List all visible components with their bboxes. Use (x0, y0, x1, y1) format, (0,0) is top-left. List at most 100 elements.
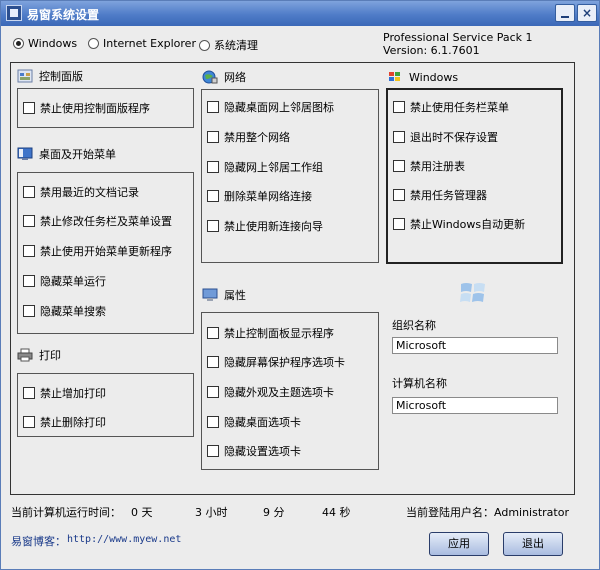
checkbox-disable-recent-docs[interactable]: 禁用最近的文档记录 (23, 184, 139, 200)
system-edition: Professional Service Pack 1 (383, 31, 533, 44)
control-panel-title: 控制面版 (39, 70, 83, 83)
checkbox-disable-auto-update[interactable]: 禁止Windows自动更新 (393, 216, 525, 232)
checkbox-label: 隐藏菜单运行 (40, 275, 106, 288)
checkbox-disable-delete-printer[interactable]: 禁止删除打印 (23, 414, 106, 430)
org-label: 组织名称 (392, 319, 436, 332)
checkbox-label: 隐藏屏幕保护程序选项卡 (224, 356, 345, 369)
printer-icon (17, 348, 33, 362)
tab-system-clean[interactable]: 系统清理 (199, 37, 258, 53)
checkbox-disable-start-menu-update[interactable]: 禁止使用开始菜单更新程序 (23, 243, 172, 259)
checkbox-icon (23, 416, 35, 428)
uptime-seconds: 44 秒 (322, 506, 351, 519)
checkbox-icon (23, 275, 35, 287)
desktop-start-title: 桌面及开始菜单 (39, 148, 116, 161)
checkbox-label: 禁用最近的文档记录 (40, 186, 139, 199)
checkbox-icon (207, 101, 219, 113)
checkbox-label: 隐藏桌面选项卡 (224, 416, 301, 429)
checkbox-label: 隐藏设置选项卡 (224, 445, 301, 458)
checkbox-hide-workgroup[interactable]: 隐藏网上邻居工作组 (207, 159, 323, 175)
computer-name-field[interactable]: Microsoft (392, 397, 558, 414)
control-panel-header: 控制面版 (17, 68, 83, 84)
system-info: Professional Service Pack 1 Version: 6.1… (383, 31, 533, 57)
checkbox-disable-task-manager[interactable]: 禁用任务管理器 (393, 187, 487, 203)
title-bar[interactable]: 易窗系统设置 × (1, 1, 599, 26)
tab-internet-explorer[interactable]: Internet Explorer (88, 37, 196, 50)
checkbox-icon (23, 305, 35, 317)
checkbox-hide-control-panel-programs[interactable]: 禁止控制面板显示程序 (207, 325, 334, 341)
apply-button[interactable]: 应用 (429, 532, 489, 556)
checkbox-label: 禁止Windows自动更新 (410, 218, 526, 231)
network-title: 网络 (224, 71, 246, 84)
checkbox-disable-control-panel[interactable]: 禁止使用控制面版程序 (23, 100, 150, 116)
checkbox-icon (393, 101, 405, 113)
checkbox-label: 禁止使用任务栏菜单 (410, 101, 509, 114)
blog-label: 易窗博客： (11, 535, 66, 548)
windows-flag-icon (387, 70, 403, 84)
checkbox-no-save-on-exit[interactable]: 退出时不保存设置 (393, 129, 498, 145)
radio-icon (88, 38, 99, 49)
checkbox-disable-registry[interactable]: 禁用注册表 (393, 158, 465, 174)
print-header: 打印 (17, 347, 61, 363)
blog-link[interactable]: http://www.myew.net (67, 534, 181, 545)
checkbox-icon (23, 245, 35, 257)
checkbox-disable-add-printer[interactable]: 禁止增加打印 (23, 385, 106, 401)
checkbox-disable-entire-network[interactable]: 禁用整个网络 (207, 129, 290, 145)
desktop-icon (17, 147, 33, 161)
main-window: 易窗系统设置 × Windows Internet Explorer 系统清理 … (0, 0, 600, 570)
checkbox-label: 隐藏网上邻居工作组 (224, 161, 323, 174)
tab-system-clean-label: 系统清理 (214, 39, 258, 52)
checkbox-icon (207, 416, 219, 428)
checkbox-icon (207, 161, 219, 173)
checkbox-hide-settings-tab[interactable]: 隐藏设置选项卡 (207, 443, 301, 459)
org-name-field[interactable]: Microsoft (392, 337, 558, 354)
checkbox-icon (393, 160, 405, 172)
minimize-button[interactable] (555, 4, 575, 22)
checkbox-icon (23, 215, 35, 227)
checkbox-label: 禁止控制面板显示程序 (224, 327, 334, 340)
exit-button[interactable]: 退出 (503, 532, 563, 556)
checkbox-icon (207, 220, 219, 232)
current-user: 当前登陆用户名：Administrator (406, 506, 569, 519)
checkbox-icon (393, 218, 405, 230)
checkbox-label: 删除菜单网络连接 (224, 190, 312, 203)
checkbox-hide-screensaver-tab[interactable]: 隐藏屏幕保护程序选项卡 (207, 354, 345, 370)
checkbox-icon (23, 387, 35, 399)
tab-windows[interactable]: Windows (13, 37, 77, 50)
radio-selected-icon (13, 38, 24, 49)
checkbox-icon (207, 445, 219, 457)
checkbox-disable-taskbar-menu[interactable]: 禁止使用任务栏菜单 (393, 99, 509, 115)
system-version: Version: 6.1.7601 (383, 44, 480, 57)
radio-icon (199, 39, 210, 51)
checkbox-icon (207, 131, 219, 143)
uptime-days: 0 天 (131, 506, 153, 519)
checkbox-label: 隐藏外观及主题选项卡 (224, 386, 334, 399)
checkbox-disable-new-connection-wizard[interactable]: 禁止使用新连接向导 (207, 218, 323, 234)
checkbox-label: 退出时不保存设置 (410, 131, 498, 144)
checkbox-label: 禁用注册表 (410, 160, 465, 173)
checkbox-icon (393, 131, 405, 143)
checkbox-icon (207, 356, 219, 368)
network-globe-icon (202, 70, 218, 84)
checkbox-hide-run[interactable]: 隐藏菜单运行 (23, 273, 106, 289)
checkbox-icon (207, 327, 219, 339)
checkbox-icon (207, 190, 219, 202)
network-header: 网络 (202, 69, 246, 85)
checkbox-hide-search[interactable]: 隐藏菜单搜索 (23, 303, 106, 319)
tab-internet-explorer-label: Internet Explorer (103, 37, 196, 50)
checkbox-label: 禁用整个网络 (224, 131, 290, 144)
uptime-hours: 3 小时 (195, 506, 228, 519)
checkbox-icon (23, 186, 35, 198)
checkbox-icon (393, 189, 405, 201)
checkbox-label: 隐藏桌面网上邻居图标 (224, 101, 334, 114)
display-properties-icon (202, 288, 218, 302)
checkbox-label: 禁止增加打印 (40, 387, 106, 400)
close-button[interactable]: × (577, 4, 597, 22)
checkbox-hide-desktop-tab[interactable]: 隐藏桌面选项卡 (207, 414, 301, 430)
checkbox-hide-network-neighborhood[interactable]: 隐藏桌面网上邻居图标 (207, 99, 334, 115)
checkbox-disable-taskbar-settings[interactable]: 禁止修改任务栏及菜单设置 (23, 213, 172, 229)
windows-title: Windows (409, 70, 459, 84)
checkbox-hide-appearance-tab[interactable]: 隐藏外观及主题选项卡 (207, 384, 334, 400)
checkbox-remove-network-connections[interactable]: 删除菜单网络连接 (207, 188, 312, 204)
properties-title: 属性 (224, 289, 246, 302)
checkbox-label: 禁用任务管理器 (410, 189, 487, 202)
